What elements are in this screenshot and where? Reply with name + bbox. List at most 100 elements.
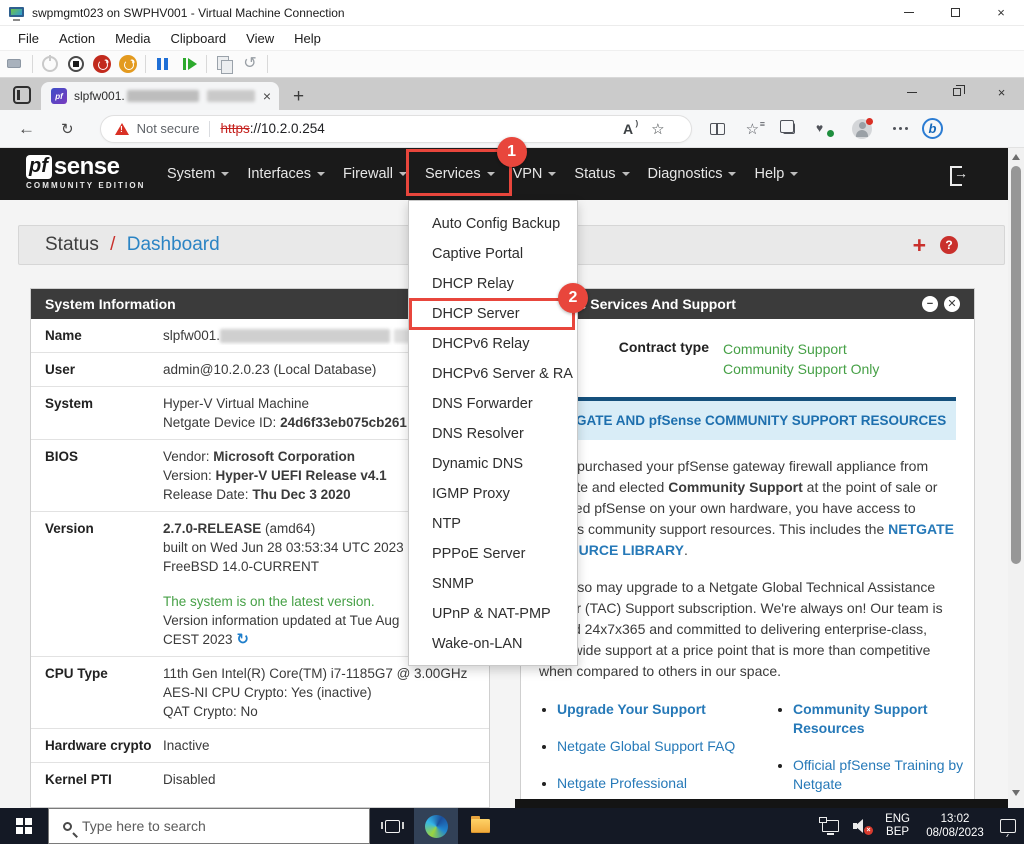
nav-item-vpn[interactable]: VPN [504, 166, 566, 182]
nav-item-services[interactable]: Services [416, 166, 504, 182]
support-link[interactable]: Upgrade Your Support [557, 701, 706, 717]
browser-menu-icon[interactable] [893, 127, 908, 130]
refresh-version-icon[interactable]: ↻ [236, 631, 249, 648]
vm-minimize-button[interactable] [886, 0, 932, 25]
browser-minimize-button[interactable] [889, 78, 934, 106]
split-screen-icon[interactable] [710, 123, 725, 135]
tab-actions-icon[interactable] [13, 86, 31, 104]
support-link[interactable]: Official pfSense Training by Netgate [793, 757, 963, 792]
profile-avatar[interactable] [852, 119, 872, 139]
caret-down-icon [317, 172, 325, 180]
page-scrollbar[interactable] [1008, 148, 1024, 808]
taskbar-edge-button[interactable] [414, 808, 458, 844]
language-indicator[interactable]: ENG BEP [885, 813, 910, 839]
browser-close-button[interactable]: × [979, 78, 1024, 106]
panel-close-icon[interactable]: ✕ [944, 296, 960, 312]
read-aloud-icon[interactable]: A [623, 121, 633, 137]
address-bar[interactable]: Not secure https ://10.2.0.254 A ☆ [100, 115, 692, 143]
edge-icon [425, 815, 448, 838]
browser-tab[interactable]: pf slpfw001. × [41, 82, 279, 110]
start-button[interactable] [0, 808, 48, 844]
taskbar-search[interactable] [48, 808, 370, 844]
tab-close-icon[interactable]: × [263, 89, 271, 103]
action-center-icon[interactable] [1000, 819, 1016, 833]
save-icon[interactable] [119, 55, 137, 73]
not-secure-warning-icon [115, 123, 129, 135]
nav-item-label: VPN [513, 166, 543, 182]
collections-icon[interactable] [783, 123, 795, 134]
contract-type-row: Contract type Community Support Communit… [539, 339, 956, 379]
services-menu-item-dhcpv6-server-ra[interactable]: DHCPv6 Server & RA [409, 359, 577, 389]
services-menu-item-igmp-proxy[interactable]: IGMP Proxy [409, 479, 577, 509]
task-view-button[interactable] [370, 808, 414, 844]
services-menu-item-ntp[interactable]: NTP [409, 509, 577, 539]
vm-menu-view[interactable]: View [236, 26, 284, 50]
taskbar-clock[interactable]: 13:02 08/08/2023 [924, 812, 986, 840]
annotation-badge-1: 1 [497, 137, 527, 167]
services-menu-item-snmp[interactable]: SNMP [409, 569, 577, 599]
revert-icon[interactable]: ↺ [241, 55, 259, 73]
pause-icon[interactable] [154, 55, 172, 73]
toolbar-separator [145, 55, 146, 73]
services-menu-item-dhcp-server[interactable]: DHCP Server [409, 299, 577, 329]
services-menu-item-upnp-nat-pmp[interactable]: UPnP & NAT-PMP [409, 599, 577, 629]
services-menu-item-captive-portal[interactable]: Captive Portal [409, 239, 577, 269]
not-secure-label[interactable]: Not secure [137, 121, 200, 136]
nav-item-interfaces[interactable]: Interfaces [238, 166, 334, 182]
ctrl-alt-del-icon[interactable] [6, 55, 24, 73]
services-menu-item-auto-config-backup[interactable]: Auto Config Backup [409, 209, 577, 239]
nav-item-status[interactable]: Status [565, 166, 638, 182]
table-row-hardware-crypto: Hardware crypto Inactive [31, 728, 489, 762]
services-menu-item-pppoe-server[interactable]: PPPoE Server [409, 539, 577, 569]
start-icon[interactable] [41, 55, 59, 73]
bing-chat-icon[interactable]: b [922, 118, 943, 139]
vm-menu-help[interactable]: Help [284, 26, 331, 50]
vm-menu-file[interactable]: File [8, 26, 49, 50]
services-menu-item-dhcpv6-relay[interactable]: DHCPv6 Relay [409, 329, 577, 359]
add-widget-button[interactable]: + [913, 234, 926, 257]
nav-item-help[interactable]: Help [745, 166, 807, 182]
scrollbar-thumb[interactable] [1011, 166, 1021, 564]
support-link-item: Netgate Professional [557, 774, 769, 793]
enhanced-session-icon[interactable] [276, 55, 294, 73]
vm-close-button[interactable]: × [978, 0, 1024, 25]
caret-down-icon [622, 172, 630, 180]
turn-off-icon[interactable] [67, 55, 85, 73]
resume-icon[interactable] [180, 55, 198, 73]
nav-item-system[interactable]: System [158, 166, 238, 182]
nav-item-diagnostics[interactable]: Diagnostics [639, 166, 746, 182]
new-tab-button[interactable]: + [293, 87, 304, 106]
favorite-star-icon[interactable]: ☆ [651, 120, 664, 138]
services-menu-item-dhcp-relay[interactable]: DHCP Relay [409, 269, 577, 299]
vm-menu-clipboard[interactable]: Clipboard [161, 26, 237, 50]
panel-minimize-icon[interactable]: − [922, 296, 938, 312]
nav-item-firewall[interactable]: Firewall [334, 166, 416, 182]
back-icon[interactable]: ← [18, 119, 35, 139]
refresh-page-icon[interactable]: ↻ [61, 120, 74, 138]
browser-restore-button[interactable] [934, 78, 979, 106]
checkpoint-icon[interactable] [215, 55, 233, 73]
browser-essentials-icon[interactable]: ♥ [816, 122, 831, 135]
support-link[interactable]: Netgate Global Support FAQ [557, 738, 735, 754]
help-button[interactable]: ? [940, 236, 958, 254]
logout-icon[interactable]: → [950, 166, 968, 182]
vm-menu-media[interactable]: Media [105, 26, 160, 50]
network-icon[interactable] [822, 820, 839, 832]
services-menu-item-dynamic-dns[interactable]: Dynamic DNS [409, 449, 577, 479]
services-menu-item-wake-on-lan[interactable]: Wake-on-LAN [409, 629, 577, 659]
shut-down-icon[interactable] [93, 55, 111, 73]
scroll-up-icon[interactable] [1012, 154, 1020, 160]
vm-maximize-button[interactable] [932, 0, 978, 25]
scroll-down-icon[interactable] [1012, 790, 1020, 796]
nav-item-label: Help [754, 166, 784, 182]
taskbar-search-input[interactable] [82, 818, 332, 834]
taskbar-explorer-button[interactable] [458, 808, 502, 844]
services-menu-item-dns-resolver[interactable]: DNS Resolver [409, 419, 577, 449]
pfsense-logo[interactable]: pf sense COMMUNITY EDITION [26, 155, 146, 190]
vm-menu-action[interactable]: Action [49, 26, 105, 50]
volume-muted-icon[interactable]: × [853, 819, 871, 833]
services-menu-item-dns-forwarder[interactable]: DNS Forwarder [409, 389, 577, 419]
support-link[interactable]: Netgate Professional [557, 775, 687, 791]
favorites-icon[interactable]: ☆ [746, 120, 759, 138]
support-link[interactable]: Community Support Resources [793, 701, 928, 736]
